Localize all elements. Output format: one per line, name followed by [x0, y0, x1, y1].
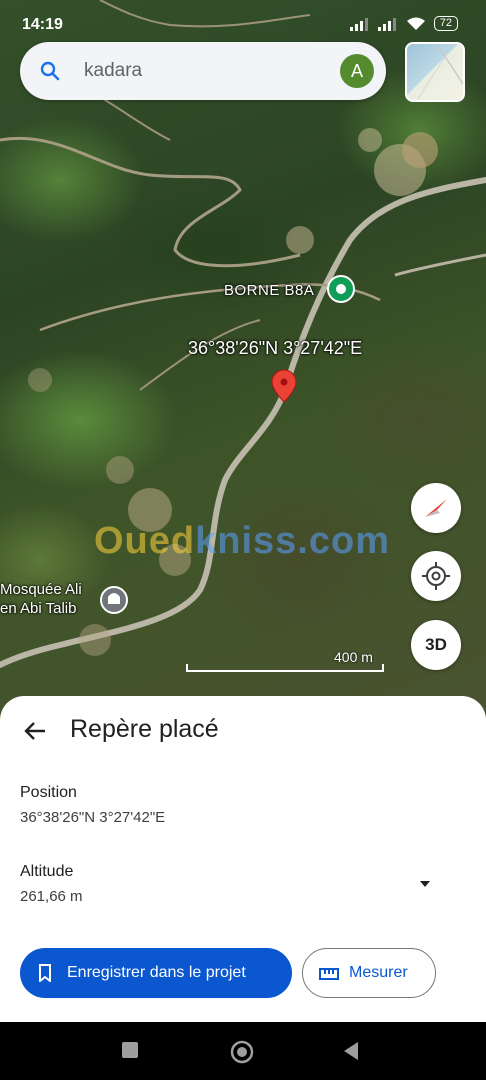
mosque-label-line2: en Abi Talib [0, 600, 77, 617]
watermark-part2: kniss [195, 520, 298, 562]
position-label: Position [20, 784, 77, 801]
back-nav-icon[interactable] [340, 1040, 362, 1062]
satellite-map[interactable]: BORNE B8A 36°38'26"N 3°27'42"E Mosquée A… [0, 0, 486, 720]
altitude-value: 261,66 m [20, 888, 83, 905]
scale-bar [186, 664, 384, 672]
compass-button[interactable] [411, 483, 461, 533]
search-icon [40, 61, 60, 81]
battery-indicator: 72 [433, 16, 458, 31]
scale-label: 400 m [334, 649, 373, 665]
sheet-title: Repère placé [70, 715, 219, 743]
wifi-icon [406, 17, 425, 30]
my-location-icon [422, 562, 450, 590]
measure-label: Mesurer [349, 964, 408, 981]
save-to-project-button[interactable]: Enregistrer dans le projet [20, 948, 292, 998]
system-nav-bar [0, 1022, 486, 1080]
my-location-button[interactable] [411, 551, 461, 601]
signal-icon [349, 17, 368, 31]
watermark: Ouedkniss.com [94, 520, 390, 563]
back-arrow-icon[interactable] [22, 718, 48, 744]
status-time: 14:19 [22, 16, 63, 33]
compass-icon [425, 499, 447, 517]
map-thumbnail-image [416, 44, 463, 100]
coordinates-label: 36°38'26"N 3°27'42"E [188, 338, 363, 358]
save-to-project-label: Enregistrer dans le projet [67, 964, 246, 981]
placemark-sheet: Repère placé Position 36°38'26"N 3°27'42… [0, 696, 486, 1022]
home-icon[interactable] [229, 1040, 255, 1064]
3d-button[interactable]: 3D [411, 620, 461, 670]
dropdown-arrow-icon[interactable] [418, 879, 432, 889]
poi-label[interactable]: BORNE B8A [224, 282, 314, 299]
avatar[interactable]: A [340, 54, 374, 88]
bookmark-icon [39, 964, 51, 982]
ruler-icon [319, 968, 339, 980]
search-bar[interactable]: kadara A [20, 42, 386, 100]
map-layer-thumbnail[interactable] [405, 42, 465, 102]
search-text[interactable]: kadara [84, 60, 142, 82]
map-pin-icon [271, 369, 297, 403]
mosque-label-line1: Mosquée Ali [0, 581, 82, 598]
poi-marker-icon [327, 275, 355, 303]
watermark-part3: .com [297, 520, 390, 562]
status-bar: 14:19 72 [0, 0, 486, 40]
mosque-label[interactable]: Mosquée Ali en Abi Talib [0, 580, 82, 618]
altitude-label: Altitude [20, 863, 74, 880]
position-value: 36°38'26"N 3°27'42"E [20, 809, 166, 826]
measure-button[interactable]: Mesurer [302, 948, 436, 998]
mosque-marker-icon [100, 586, 128, 614]
watermark-part1: Oued [94, 520, 196, 562]
recents-icon[interactable] [120, 1040, 140, 1060]
signal-2-icon [377, 17, 396, 31]
